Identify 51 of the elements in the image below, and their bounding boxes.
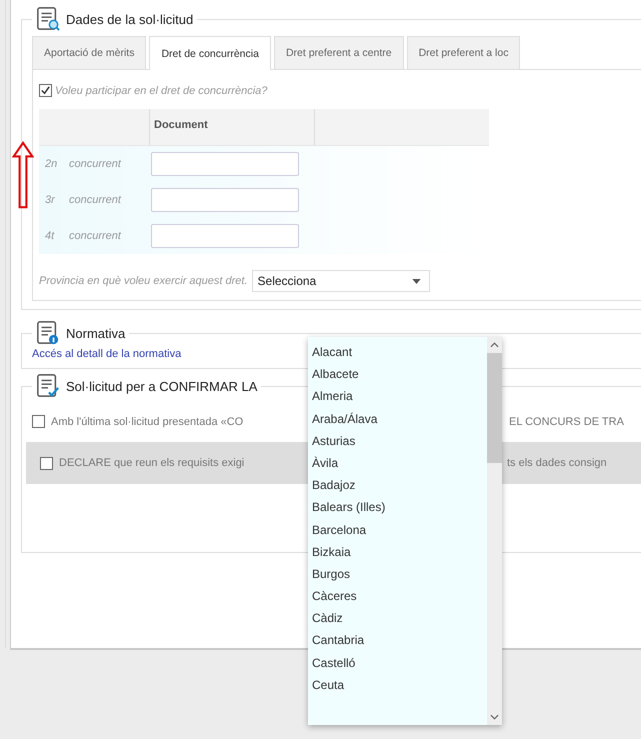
tab[interactable]: Dret preferent a loc [406,36,520,69]
section-title: Normativa [66,326,126,340]
row-label: concurrent [69,194,122,206]
checkbox[interactable] [32,415,45,428]
scroll-up-icon[interactable] [490,342,499,348]
document-check-icon [36,373,60,399]
row-ordinal: 3r [44,194,56,206]
dropdown-option[interactable]: Asturias [308,430,487,452]
section-title: Dades de la sol·licitud [66,12,194,26]
section-title: Sol·licitud per a CONFIRMAR LA [66,378,258,394]
checkbox-label: DECLARE que reun els requisits exigi [59,457,246,469]
row-label: concurrent [69,230,122,242]
dropdown-option[interactable]: Burgos [308,562,487,586]
dropdown-option[interactable]: Albacete [308,363,487,386]
document-input[interactable] [151,152,299,176]
tab[interactable]: Aportació de mèrits [32,36,146,69]
row-ordinal: 4t [44,230,56,242]
document-search-icon [36,6,60,32]
dropdown-option[interactable]: Araba/Álava [308,408,487,430]
regulations-link[interactable]: Accés al detall de la normativa [32,348,182,360]
tab[interactable]: Dret de concurrència [149,36,271,70]
dropdown-option[interactable]: Almeria [308,385,487,408]
dropdown-option[interactable]: Càdiz [308,607,487,630]
field-label: Provincia en què voleu exercir aquest dret. [39,275,248,287]
document-input[interactable] [151,224,299,248]
dropdown-option[interactable]: Alacant [308,341,487,364]
document-info-icon [36,320,60,346]
province-select[interactable]: Selecciona [252,270,430,292]
scroll-down-icon[interactable] [490,714,499,720]
checkbox[interactable] [39,84,52,97]
dropdown-option[interactable]: Balears (Illes) [308,496,487,518]
column-header: Document [150,109,315,145]
tab[interactable]: Dret preferent a centre [274,36,404,69]
row-ordinal: 2n [44,158,58,170]
checkbox-label: Amb l'última sol·licitud presentada «CO [51,416,244,428]
dropdown-option[interactable]: Badajoz [308,474,487,496]
checkbox-label: Voleu participar en el dret de concurrència? [55,84,268,96]
document-input[interactable] [151,188,299,212]
dropdown-option[interactable]: Àvila [308,452,487,474]
scrollbar[interactable] [487,337,502,725]
dropdown-option[interactable]: Càceres [308,585,487,608]
caret-icon [412,278,421,284]
checkbox[interactable] [40,456,53,470]
dropdown-option[interactable]: Castelló [308,652,487,674]
dropdown-option[interactable]: Barcelona [308,518,487,541]
checkbox-label: ts els dades consign [507,457,607,469]
dropdown-option[interactable]: Ceuta [308,674,487,696]
checkbox-label: EL CONCURS DE TRA [509,416,624,428]
dropdown-option[interactable]: Bizkaia [308,540,487,563]
row-label: concurrent [69,158,122,170]
dropdown-option[interactable]: Cantabria [308,629,487,652]
